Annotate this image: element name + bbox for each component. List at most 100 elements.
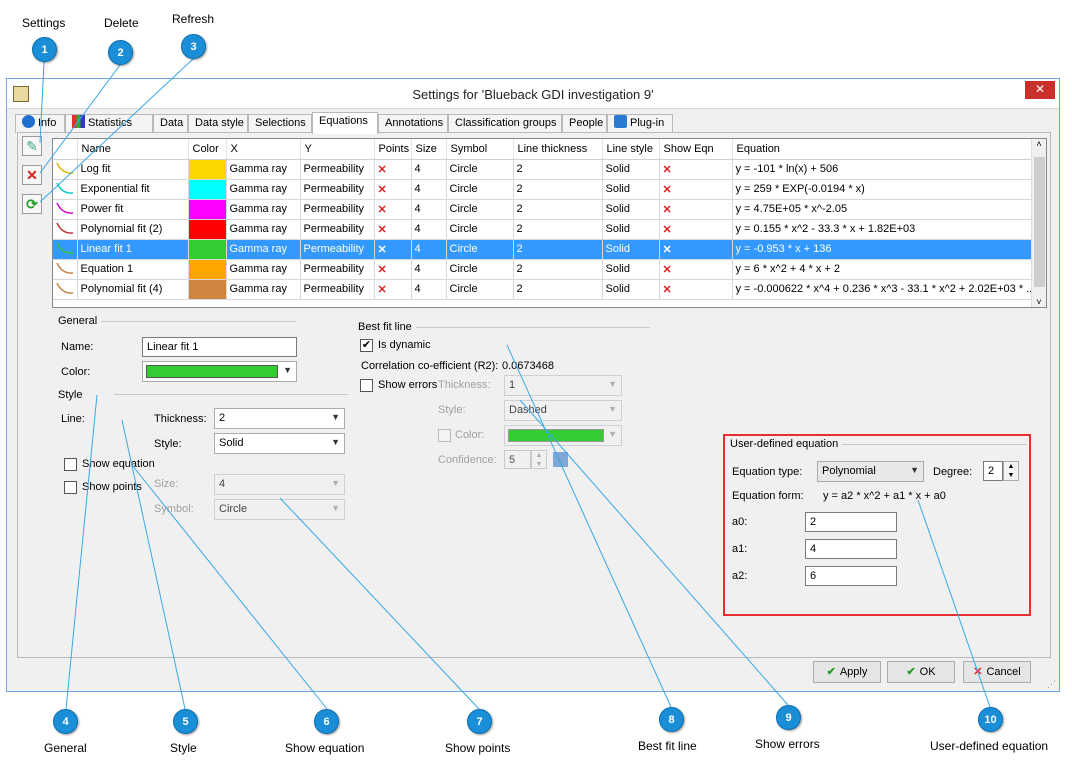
- header-y[interactable]: Y: [300, 139, 375, 160]
- row-equation[interactable]: y = 4.75E+05 * x^-2.05: [732, 199, 1034, 220]
- cancel-button[interactable]: ✕ Cancel: [963, 661, 1031, 683]
- row-equation[interactable]: y = -101 * ln(x) + 506: [732, 159, 1034, 180]
- confidence-spinner[interactable]: ▲ ▼: [531, 450, 547, 469]
- row-line-style[interactable]: Solid: [602, 199, 660, 220]
- row-size[interactable]: 4: [411, 239, 447, 260]
- row-symbol[interactable]: Circle: [446, 259, 514, 280]
- table-row[interactable]: Power fit Gamma ray Permeability ✕ 4 Circle 2 S…: [53, 199, 1034, 220]
- row-color[interactable]: [188, 219, 227, 240]
- scroll-up-icon[interactable]: ˄: [1032, 139, 1046, 149]
- error-color-checkbox[interactable]: [438, 429, 451, 442]
- row-equation[interactable]: y = 259 * EXP(-0.0194 * x): [732, 179, 1034, 200]
- tab-data-style[interactable]: Data style: [188, 114, 248, 133]
- line-style-select[interactable]: Solid ▼: [214, 433, 345, 454]
- header-size[interactable]: Size: [411, 139, 447, 160]
- row-show-eqn-toggle[interactable]: ✕: [659, 159, 733, 180]
- row-line-thickness[interactable]: 2: [513, 159, 603, 180]
- row-size[interactable]: 4: [411, 219, 447, 240]
- row-equation[interactable]: y = 6 * x^2 + 4 * x + 2: [732, 259, 1034, 280]
- row-show-eqn-toggle[interactable]: ✕: [659, 199, 733, 220]
- row-y[interactable]: Permeability: [300, 259, 375, 280]
- degree-field[interactable]: 2: [983, 461, 1003, 481]
- row-size[interactable]: 4: [411, 179, 447, 200]
- row-color[interactable]: [188, 199, 227, 220]
- row-name[interactable]: Polynomial fit (2): [77, 219, 189, 240]
- equations-table[interactable]: Name Color X Y Points Size Symbol Line t…: [52, 138, 1047, 308]
- row-color[interactable]: [188, 239, 227, 260]
- row-color[interactable]: [188, 279, 227, 300]
- resize-grip-icon[interactable]: ⋰: [1047, 679, 1057, 689]
- row-symbol[interactable]: Circle: [446, 239, 514, 260]
- a2-field[interactable]: 6: [805, 566, 897, 586]
- row-x[interactable]: Gamma ray: [226, 219, 301, 240]
- row-size[interactable]: 4: [411, 199, 447, 220]
- table-vertical-scrollbar[interactable]: ˄ ˅: [1031, 139, 1046, 307]
- row-symbol[interactable]: Circle: [446, 159, 514, 180]
- table-row[interactable]: Log fit Gamma ray Permeability ✕ 4 Circle 2 Sol…: [53, 159, 1034, 180]
- header-name[interactable]: Name: [77, 139, 189, 160]
- apply-button[interactable]: ✔ Apply: [813, 661, 881, 683]
- row-y[interactable]: Permeability: [300, 239, 375, 260]
- row-size[interactable]: 4: [411, 279, 447, 300]
- row-symbol[interactable]: Circle: [446, 179, 514, 200]
- symbol-select[interactable]: Circle ▼: [214, 499, 345, 520]
- scroll-down-icon[interactable]: ˅: [1032, 297, 1046, 307]
- title-bar[interactable]: Settings for 'Blueback GDI investigation…: [7, 79, 1059, 109]
- row-points-toggle[interactable]: ✕: [374, 199, 412, 220]
- row-line-thickness[interactable]: 2: [513, 179, 603, 200]
- show-errors-checkbox[interactable]: [360, 379, 373, 392]
- table-row[interactable]: Exponential fit Gamma ray Permeability ✕ 4 Ci…: [53, 179, 1034, 200]
- row-points-toggle[interactable]: ✕: [374, 239, 412, 260]
- confidence-field[interactable]: 5: [504, 450, 531, 469]
- row-line-thickness[interactable]: 2: [513, 279, 603, 300]
- header-line-style[interactable]: Line style: [602, 139, 660, 160]
- row-y[interactable]: Permeability: [300, 279, 375, 300]
- row-y[interactable]: Permeability: [300, 199, 375, 220]
- delete-button[interactable]: ✕: [22, 165, 42, 185]
- header-x[interactable]: X: [226, 139, 301, 160]
- row-show-eqn-toggle[interactable]: ✕: [659, 179, 733, 200]
- header-symbol[interactable]: Symbol: [446, 139, 514, 160]
- table-row[interactable]: Linear fit 1 Gamma ray Permeability ✕ 4 Circl…: [53, 239, 1034, 260]
- row-points-toggle[interactable]: ✕: [374, 179, 412, 200]
- table-row[interactable]: Polynomial fit (4) Gamma ray Permeability ✕…: [53, 279, 1034, 300]
- row-y[interactable]: Permeability: [300, 159, 375, 180]
- tab-plug-in[interactable]: Plug-in: [607, 114, 673, 133]
- row-name[interactable]: Polynomial fit (4): [77, 279, 189, 300]
- header-show-eqn[interactable]: Show Eqn: [659, 139, 733, 160]
- confidence-info-icon[interactable]: [553, 452, 568, 467]
- degree-spinner[interactable]: ▲ ▼: [1003, 461, 1019, 481]
- size-select[interactable]: 4 ▼: [214, 474, 345, 495]
- error-color-select[interactable]: ▼: [504, 425, 622, 446]
- row-symbol[interactable]: Circle: [446, 279, 514, 300]
- row-color[interactable]: [188, 159, 227, 180]
- row-equation[interactable]: y = -0.953 * x + 136: [732, 239, 1034, 260]
- row-line-thickness[interactable]: 2: [513, 199, 603, 220]
- thickness-select[interactable]: 2 ▼: [214, 408, 345, 429]
- a1-field[interactable]: 4: [805, 539, 897, 559]
- row-show-eqn-toggle[interactable]: ✕: [659, 219, 733, 240]
- header-color[interactable]: Color: [188, 139, 227, 160]
- row-x[interactable]: Gamma ray: [226, 159, 301, 180]
- error-style-select[interactable]: Dashed ▼: [504, 400, 622, 421]
- row-show-eqn-toggle[interactable]: ✕: [659, 259, 733, 280]
- tab-equations[interactable]: Equations: [312, 112, 378, 134]
- close-button[interactable]: ✕: [1025, 81, 1055, 99]
- table-row[interactable]: Equation 1 Gamma ray Permeability ✕ 4 Circle 2…: [53, 259, 1034, 280]
- tab-statistics[interactable]: Statistics: [65, 114, 153, 133]
- row-points-toggle[interactable]: ✕: [374, 259, 412, 280]
- tab-selections[interactable]: Selections: [248, 114, 312, 133]
- row-line-thickness[interactable]: 2: [513, 259, 603, 280]
- row-size[interactable]: 4: [411, 159, 447, 180]
- header-line-thickness[interactable]: Line thickness: [513, 139, 603, 160]
- row-line-thickness[interactable]: 2: [513, 219, 603, 240]
- tab-people[interactable]: People: [562, 114, 607, 133]
- row-equation[interactable]: y = -0.000622 * x^4 + 0.236 * x^3 - 33.1…: [732, 279, 1034, 300]
- row-line-thickness[interactable]: 2: [513, 239, 603, 260]
- header-points[interactable]: Points: [374, 139, 412, 160]
- show-points-checkbox[interactable]: [64, 481, 77, 494]
- ok-button[interactable]: ✔ OK: [887, 661, 955, 683]
- error-thickness-select[interactable]: 1 ▼: [504, 375, 622, 396]
- row-y[interactable]: Permeability: [300, 219, 375, 240]
- tab-data[interactable]: Data: [153, 114, 188, 133]
